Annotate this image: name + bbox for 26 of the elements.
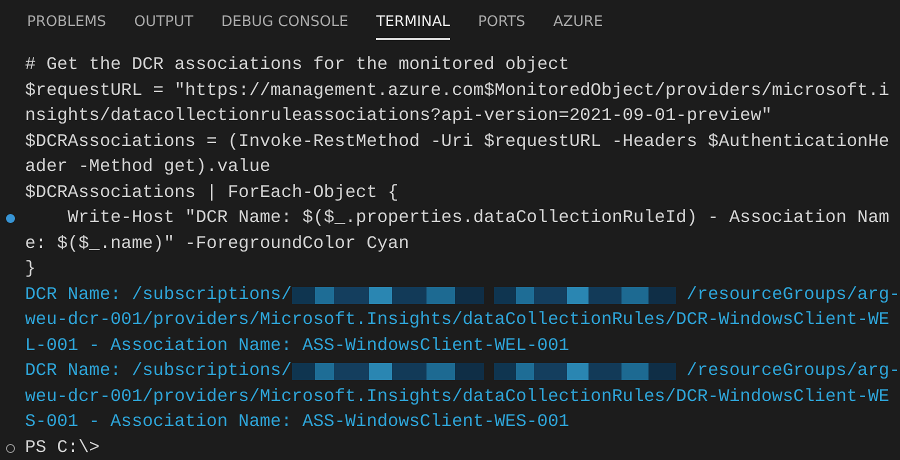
terminal-line: S-001 - Association Name: ASS-WindowsClient-WES-001 — [25, 411, 570, 434]
terminal-line: PS C:\> — [25, 436, 100, 460]
terminal-line: } — [25, 258, 36, 281]
panel-tab[interactable]: AZURE — [553, 8, 603, 40]
terminal-line: weu-dcr-001/providers/Microsoft.Insights/dataCollectionRules/DCR-WindowsClient-WE — [25, 386, 890, 408]
panel-tab[interactable]: PORTS — [478, 8, 526, 40]
terminal-line: weu-dcr-001/providers/Microsoft.Insights/dataCollectionRules/DCR-WindowsClient-WE — [25, 309, 890, 332]
terminal-text: DCR Name: /subscriptions/ — [25, 284, 292, 306]
terminal-text: DCR Name: /subscriptions/ — [25, 360, 292, 383]
terminal-line: $requestURL = "https://management.azure.com$MonitoredObject/providers/microsoft.i — [25, 80, 890, 102]
terminal-text: /resourceGroups/arg- — [686, 284, 900, 306]
command-marker-icon[interactable] — [6, 214, 15, 224]
terminal-line: $DCRAssociations = (Invoke-RestMethod -Uri $requestURL -Headers $AuthenticationHe — [25, 130, 890, 154]
terminal-text: /resourceGroups/arg- — [686, 360, 900, 383]
terminal-line: ader -Method get).value — [25, 156, 270, 179]
panel-tab[interactable]: TERMINAL — [376, 8, 450, 40]
panel-tab[interactable]: DEBUG CONSOLE — [221, 8, 348, 40]
terminal-line: L-001 - Association Name: ASS-WindowsClient-WEL-001 — [25, 334, 570, 358]
terminal-line: Write-Host "DCR Name: $($_.properties.dataCollectionRuleId) - Association Nam — [66, 207, 890, 230]
panel-tab[interactable]: PROBLEMS — [27, 8, 106, 40]
terminal-line: $DCRAssociations | ForEach-Object { — [25, 182, 398, 204]
command-marker-icon[interactable] — [6, 444, 15, 453]
terminal-line: # Get the DCR associations for the monitored object — [25, 54, 570, 77]
panel-tab[interactable]: OUTPUT — [134, 8, 194, 40]
terminal-line: e: $($_.name)" -ForegroundColor Cyan — [25, 232, 410, 256]
terminal-line: nsights/datacollectionruleassociations?api-version=2021-09-01-preview" — [25, 105, 772, 128]
